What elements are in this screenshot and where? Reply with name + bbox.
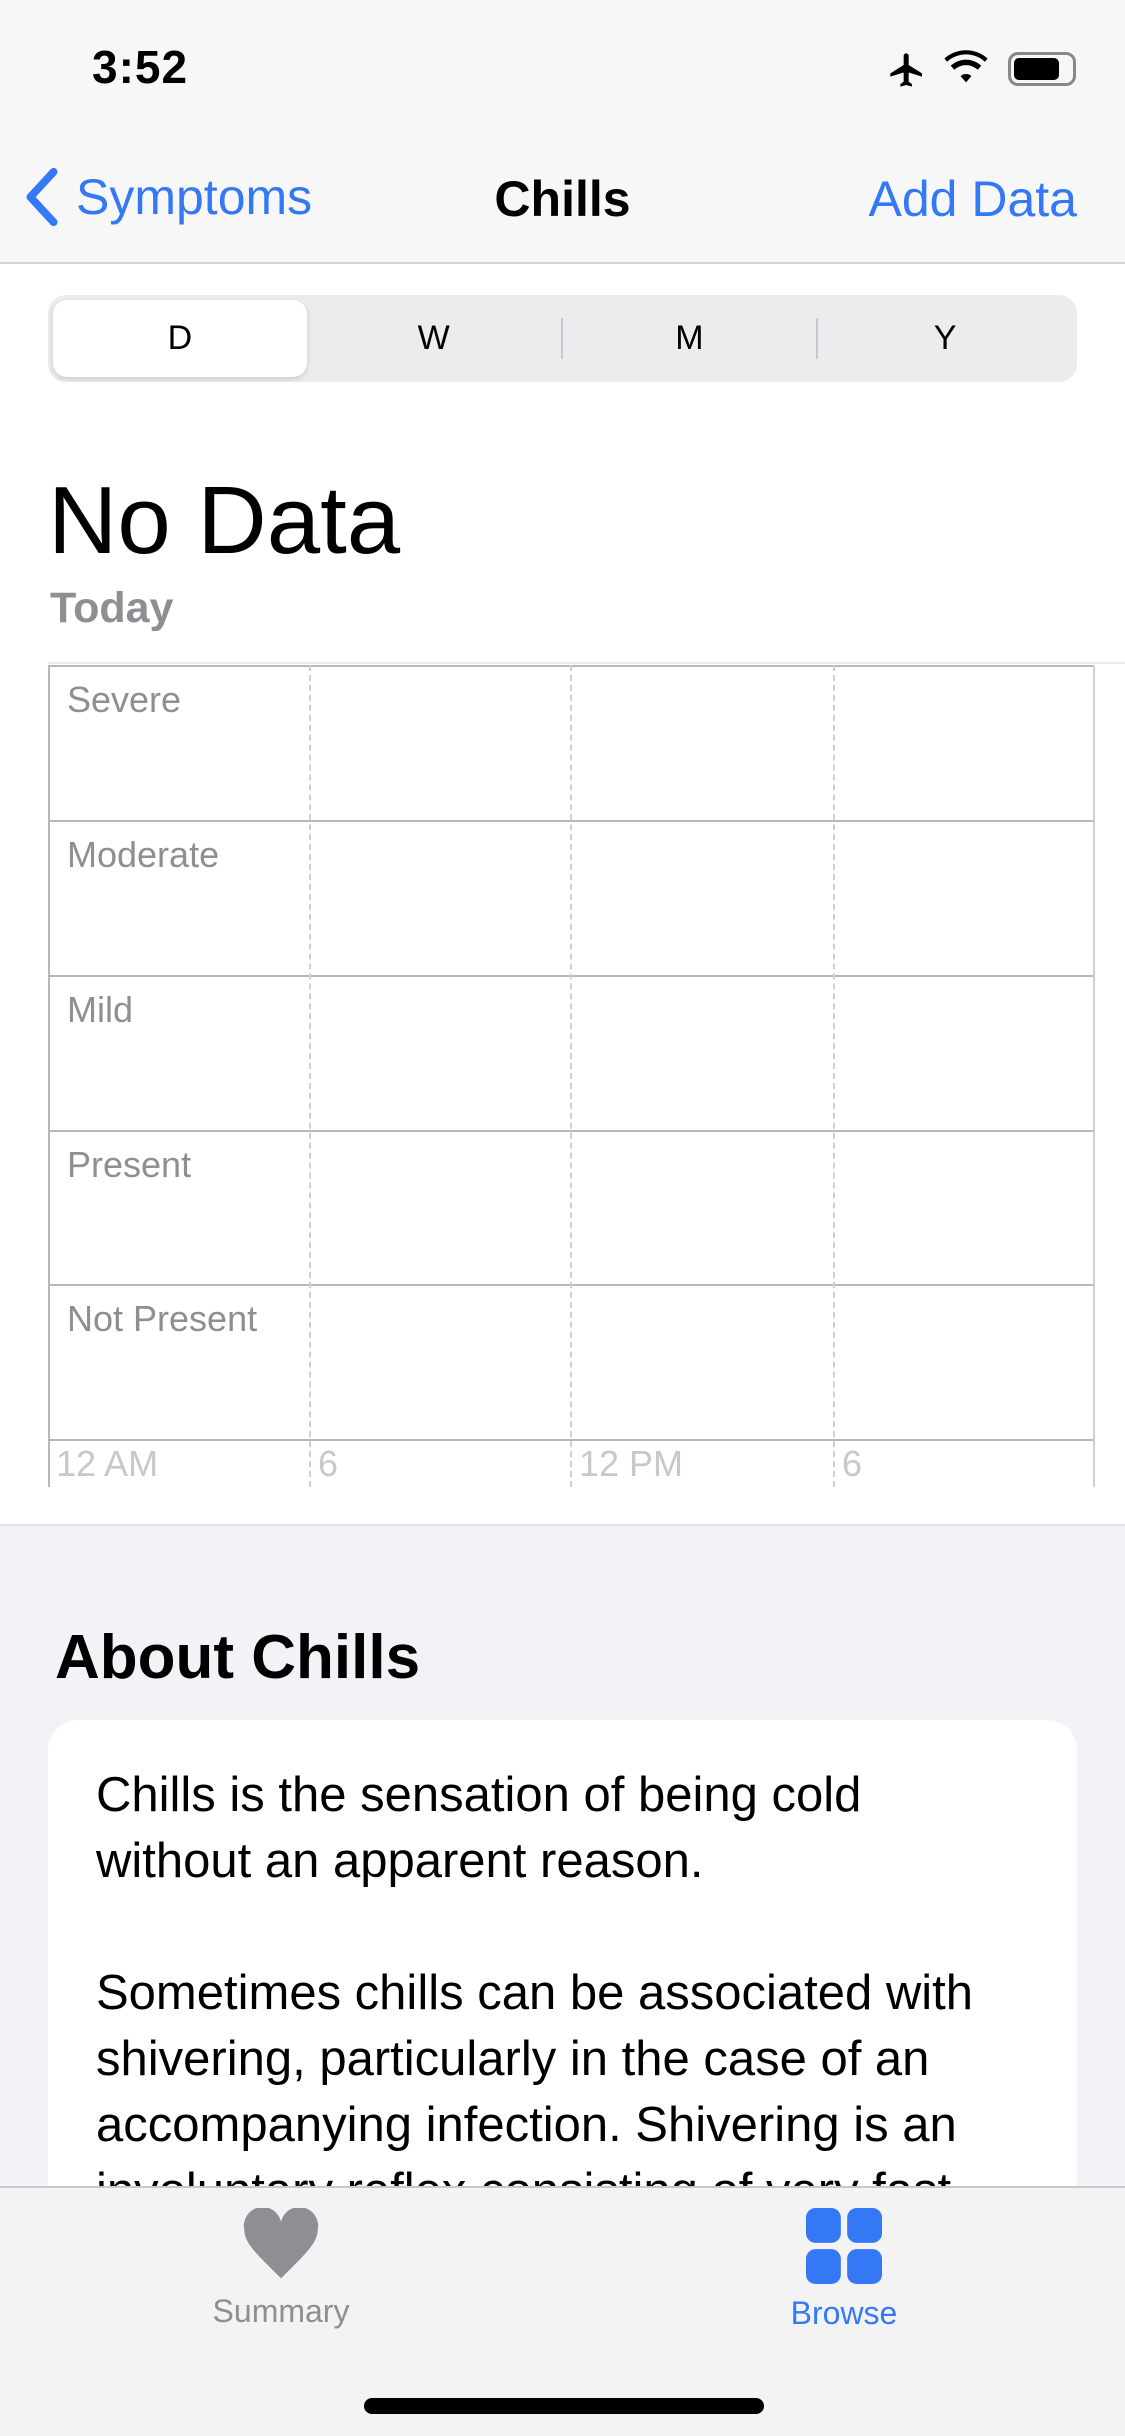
segment-day[interactable]: D: [53, 300, 307, 377]
y-label-not-present: Not Present: [67, 1298, 258, 1339]
grid-icon: [806, 2208, 882, 2284]
divider: [48, 662, 1125, 664]
segment-month[interactable]: M: [563, 300, 817, 377]
x-label: 12 PM: [579, 1443, 684, 1484]
heart-icon: [243, 2207, 319, 2279]
period-segmented-control: D W M Y: [48, 295, 1077, 382]
x-label: 6: [842, 1443, 863, 1484]
home-indicator[interactable]: [364, 2398, 764, 2414]
axis-line: [48, 665, 50, 1487]
wifi-icon: [944, 50, 988, 83]
status-time: 3:52: [92, 41, 189, 93]
tab-summary[interactable]: Summary: [131, 2207, 431, 2330]
airplane-icon: [890, 53, 922, 87]
tab-browse[interactable]: Browse: [694, 2208, 994, 2332]
symptom-chart[interactable]: Severe Moderate Mild Present Not Present…: [48, 665, 1095, 1487]
add-data-button[interactable]: Add Data: [869, 170, 1077, 228]
x-label: 6: [318, 1443, 339, 1484]
summary-value: No Data: [48, 467, 401, 574]
y-label-mild: Mild: [67, 989, 134, 1030]
about-paragraph: Chills is the sensation of being cold wi…: [96, 1768, 862, 1888]
about-paragraph: Sometimes chills can be associated with …: [96, 1966, 973, 2218]
y-label-moderate: Moderate: [67, 834, 220, 875]
x-label: 12 AM: [56, 1443, 159, 1484]
tab-label: Browse: [790, 2295, 898, 2331]
segment-week[interactable]: W: [307, 300, 561, 377]
about-heading: About Chills: [55, 1623, 421, 1692]
gridline: [833, 665, 835, 1487]
y-label-present: Present: [67, 1144, 192, 1185]
y-label-severe: Severe: [67, 679, 182, 720]
battery-icon: [1008, 52, 1076, 86]
summary-period: Today: [50, 584, 174, 632]
axis-line: [1093, 665, 1095, 1487]
segment-year[interactable]: Y: [818, 300, 1072, 377]
tab-label: Summary: [212, 2293, 350, 2329]
gridline: [309, 665, 311, 1487]
status-bar: 3:52: [0, 0, 1125, 130]
gridline: [570, 665, 572, 1487]
